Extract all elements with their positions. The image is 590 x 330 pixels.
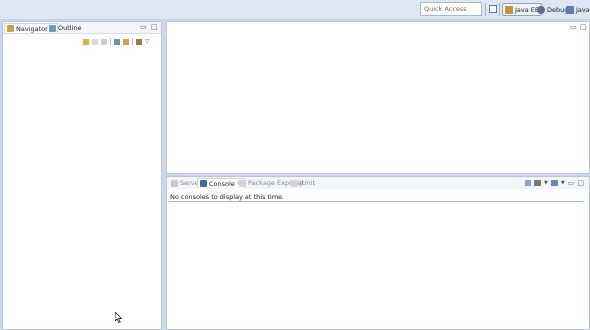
- minimize-icon[interactable]: ▭: [568, 179, 575, 187]
- tab-outline[interactable]: Outline: [47, 23, 84, 33]
- mouse-cursor-icon: [115, 312, 123, 323]
- tab-label: Outline: [58, 24, 82, 32]
- junit-icon: [291, 179, 298, 187]
- toolbar-separator: [499, 3, 500, 16]
- maximize-icon[interactable]: □: [580, 23, 587, 31]
- toolbar-separator: [110, 38, 111, 45]
- forward-icon[interactable]: [92, 38, 98, 45]
- navigator-icon: [7, 25, 14, 32]
- link-with-editor-icon[interactable]: [123, 38, 129, 45]
- perspective-label: Java: [576, 5, 590, 14]
- maximize-icon[interactable]: □: [151, 23, 158, 31]
- console-tab-bar: Servers Console ✕ Package Explorer JUnit…: [167, 177, 589, 189]
- package-explorer-icon: [239, 179, 246, 187]
- debug-icon: [537, 5, 545, 14]
- open-perspective-icon[interactable]: [489, 5, 497, 13]
- console-view-toolbar: ▼ ▼ ▭ □: [525, 179, 584, 187]
- navigator-tab-bar: Navigator ✕ Outline ▭ □: [3, 22, 161, 34]
- tab-label: Console: [209, 179, 235, 188]
- chevron-down-icon[interactable]: ▼: [544, 180, 548, 186]
- view-menu-icon[interactable]: ▽: [145, 38, 150, 45]
- pin-console-icon[interactable]: [525, 180, 531, 186]
- filter-icon[interactable]: [136, 38, 142, 45]
- editor-area: ▭ □: [166, 21, 590, 174]
- console-empty-message: No consoles to display at this time.: [170, 193, 285, 201]
- minimize-icon[interactable]: ▭: [570, 23, 577, 31]
- navigator-panel: Navigator ✕ Outline ▭ □ ▽: [2, 21, 162, 330]
- minimize-icon[interactable]: ▭: [140, 23, 147, 31]
- display-console-icon[interactable]: [534, 180, 541, 186]
- servers-icon: [171, 179, 178, 187]
- navigator-view-toolbar: ▽: [83, 38, 150, 45]
- tab-label: JUnit: [300, 179, 316, 187]
- back-icon[interactable]: [83, 38, 89, 45]
- toolbar-separator: [132, 38, 133, 45]
- outline-icon: [49, 24, 56, 32]
- console-divider: [169, 201, 583, 202]
- console-icon: [200, 180, 207, 187]
- quick-access-input[interactable]: Quick Access: [420, 2, 482, 16]
- maximize-icon[interactable]: □: [577, 179, 584, 187]
- java-ee-icon: [505, 5, 513, 14]
- chevron-down-icon[interactable]: ▼: [561, 180, 565, 186]
- console-panel: Servers Console ✕ Package Explorer JUnit…: [166, 176, 590, 330]
- tab-label: Navigator: [16, 24, 48, 33]
- main-toolbar: Quick Access Java EE Debug Java: [0, 0, 590, 20]
- java-icon: [566, 5, 574, 14]
- open-console-icon[interactable]: [550, 180, 558, 186]
- toolbar-separator: [485, 3, 486, 16]
- collapse-all-icon[interactable]: [114, 38, 120, 45]
- tab-junit[interactable]: JUnit: [289, 178, 317, 188]
- perspective-java-button[interactable]: Java: [564, 3, 590, 16]
- up-icon[interactable]: [101, 38, 107, 45]
